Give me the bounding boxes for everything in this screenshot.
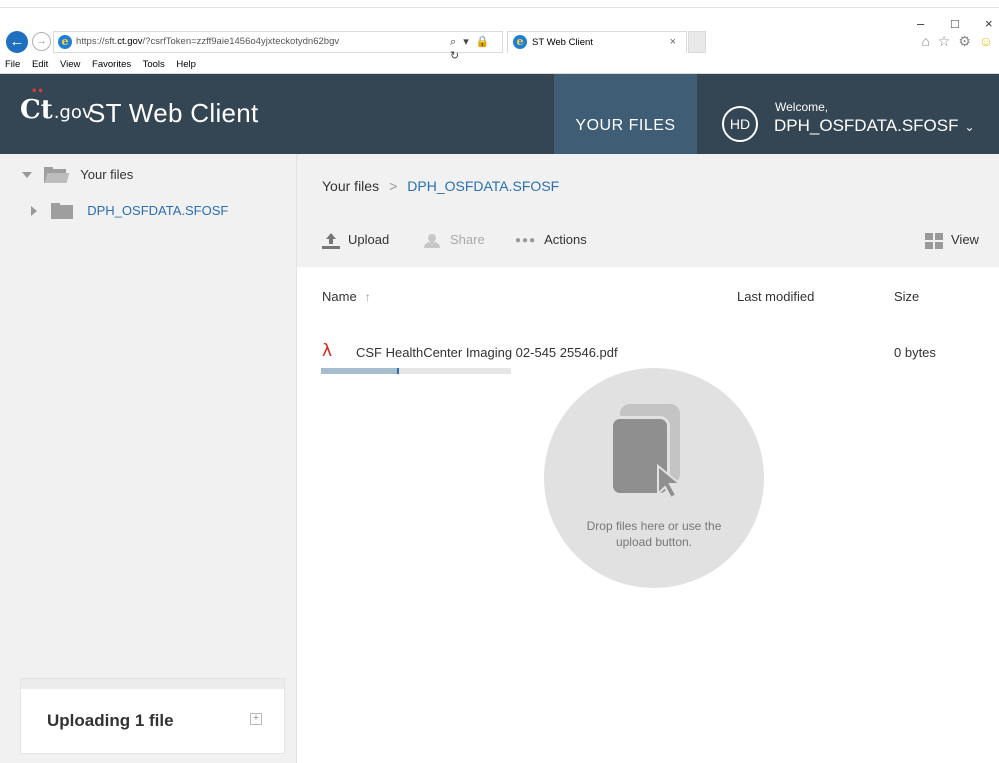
collapse-triangle-icon[interactable] xyxy=(22,171,32,178)
user-menu[interactable]: DPH_OSFDATA.SFOSF ⌄ xyxy=(774,116,975,136)
menu-view[interactable]: View xyxy=(60,59,80,70)
browser-tab[interactable]: e ST Web Client × xyxy=(507,31,687,53)
share-person-icon xyxy=(422,233,442,248)
file-name[interactable]: CSF HealthCenter Imaging 02-545 25546.pd… xyxy=(356,345,618,360)
menu-help[interactable]: Help xyxy=(176,59,196,70)
breadcrumb-current[interactable]: DPH_OSFDATA.SFOSF xyxy=(407,178,559,194)
back-arrow-icon[interactable]: ← xyxy=(6,31,28,53)
pdf-icon: λ xyxy=(322,341,333,361)
address-tools[interactable]: ⌕ ▾ 🔒 ↻ xyxy=(450,35,502,62)
breadcrumb-separator-icon: > xyxy=(389,178,398,194)
breadcrumb-your-files[interactable]: Your files xyxy=(322,178,379,194)
upload-progress-fill xyxy=(321,368,399,374)
actions-button[interactable]: ●●● Actions xyxy=(515,232,587,247)
url-text: https://sft.ct.gov/?csrfToken=zzff9aie14… xyxy=(76,36,340,47)
upload-button[interactable]: Upload xyxy=(322,232,389,249)
upload-icon xyxy=(322,232,340,249)
drop-zone[interactable]: Drop files here or use the upload button… xyxy=(544,368,764,588)
maximize-icon[interactable]: □ xyxy=(951,16,959,31)
upload-progress-bar xyxy=(321,368,511,374)
menu-edit[interactable]: Edit xyxy=(32,59,48,70)
file-size: 0 bytes xyxy=(894,345,936,360)
address-bar[interactable]: e https://sft.ct.gov/?csrfToken=zzff9aie… xyxy=(53,31,503,62)
tree-label-dph-osfdata: DPH_OSFDATA.SFOSF xyxy=(87,203,229,219)
home-icon[interactable]: ⌂ xyxy=(921,33,931,49)
feedback-smiley-icon[interactable]: ☺ xyxy=(979,33,995,49)
top-edge xyxy=(0,0,999,8)
ie-icon: e xyxy=(513,35,527,49)
chevron-down-icon: ⌄ xyxy=(964,120,975,134)
forward-arrow-icon[interactable]: → xyxy=(32,32,51,51)
minimize-icon[interactable]: – xyxy=(917,16,924,31)
tab-your-files[interactable]: YOUR FILES xyxy=(554,74,697,154)
settings-gear-icon[interactable]: ⚙ xyxy=(958,33,973,49)
folder-icon xyxy=(50,202,73,219)
tree-item-your-files[interactable]: Your files xyxy=(22,166,133,183)
view-button[interactable]: View xyxy=(925,232,979,249)
more-dots-icon: ●●● xyxy=(515,235,537,247)
column-header-name[interactable]: Name ↑ xyxy=(322,289,371,304)
tab-title: ST Web Client xyxy=(532,37,593,48)
share-label: Share xyxy=(450,232,485,247)
browser-chrome: ← → e https://sft.ct.gov/?csrfToken=zzff… xyxy=(0,8,999,74)
actions-label: Actions xyxy=(544,232,587,247)
main-content: Your files > DPH_OSFDATA.SFOSF Upload Shar… xyxy=(297,154,999,763)
breadcrumb: Your files > DPH_OSFDATA.SFOSF xyxy=(322,178,559,194)
logo-accent: •• xyxy=(31,86,44,97)
browser-toolbar-icons: ⌂ ☆ ⚙ ☺ xyxy=(921,33,995,50)
menu-tools[interactable]: Tools xyxy=(143,59,165,70)
ct-gov-logo[interactable]: Ct •• .gov xyxy=(20,86,93,126)
ie-icon: e xyxy=(58,35,72,49)
share-button[interactable]: Share xyxy=(422,232,485,248)
menu-file[interactable]: File xyxy=(5,59,20,70)
grid-view-icon xyxy=(925,232,943,249)
folder-open-icon xyxy=(43,166,69,183)
view-label: View xyxy=(951,232,979,247)
logo-ct: Ct •• xyxy=(20,86,53,126)
upload-panel-strip xyxy=(21,679,284,689)
cursor-arrow-icon xyxy=(657,464,683,500)
new-tab-button[interactable] xyxy=(688,31,706,53)
drop-zone-text: Drop files here or use the upload button… xyxy=(586,519,722,549)
menu-favorites[interactable]: Favorites xyxy=(92,59,131,70)
column-header-size[interactable]: Size xyxy=(894,289,919,304)
column-header-last-modified[interactable]: Last modified xyxy=(737,289,814,304)
logo-gov: .gov xyxy=(53,102,93,123)
app-title: ST Web Client xyxy=(88,98,259,128)
drop-document-icon xyxy=(610,404,690,504)
upload-label: Upload xyxy=(348,232,390,247)
welcome-label: Welcome, xyxy=(775,100,829,114)
menu-bar: File Edit View Favorites Tools Help xyxy=(5,59,205,70)
expand-plus-icon[interactable]: + xyxy=(250,713,262,725)
upload-panel-title: Uploading 1 file xyxy=(47,711,174,730)
expand-triangle-icon[interactable] xyxy=(31,205,37,216)
username: DPH_OSFDATA.SFOSF xyxy=(774,116,959,135)
app-header: Ct •• .gov ST Web Client YOUR FILES HD Wel… xyxy=(0,74,999,154)
avatar[interactable]: HD xyxy=(722,106,758,142)
favorites-star-icon[interactable]: ☆ xyxy=(938,33,953,49)
close-tab-icon[interactable]: × xyxy=(670,36,676,48)
tree-item-dph-osfdata[interactable]: DPH_OSFDATA.SFOSF xyxy=(31,202,228,219)
toolbar-area: Your files > DPH_OSFDATA.SFOSF Upload Shar… xyxy=(297,154,999,267)
sort-up-arrow-icon: ↑ xyxy=(364,290,371,304)
tree-label-your-files: Your files xyxy=(80,167,134,183)
close-window-icon[interactable]: × xyxy=(985,16,993,31)
sidebar: Your files DPH_OSFDATA.SFOSF Uploading 1… xyxy=(0,154,297,763)
upload-status-panel[interactable]: Uploading 1 file + xyxy=(20,678,285,754)
